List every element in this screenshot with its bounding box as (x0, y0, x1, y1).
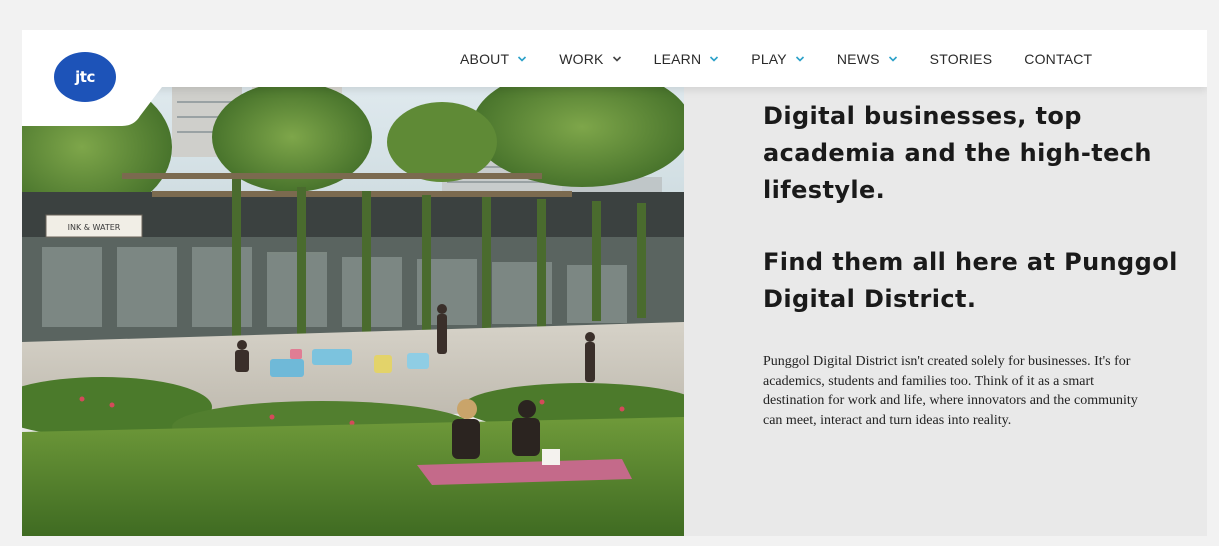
chevron-down-icon (709, 54, 719, 64)
logo-text: jtc (75, 68, 95, 86)
chevron-down-icon (612, 54, 622, 64)
shop-sign-text: INK & WATER (68, 223, 121, 232)
nav-item-play[interactable]: PLAY (751, 51, 805, 67)
nav-item-work[interactable]: WORK (559, 51, 621, 67)
nav-item-stories[interactable]: STORIES (930, 51, 993, 67)
chevron-down-icon (888, 54, 898, 64)
hero-image: INK & WATER (22, 87, 684, 536)
nav-item-label: NEWS (836, 50, 880, 67)
logo-tab[interactable]: jtc (22, 30, 162, 126)
hero-frame: INK & WATER ABOUT WORK LEARN PLAY NEWS S… (22, 30, 1207, 536)
nav-item-contact[interactable]: CONTACT (1024, 51, 1092, 67)
nav-item-label: WORK (559, 50, 604, 67)
chevron-down-icon (517, 54, 527, 64)
nav-item-learn[interactable]: LEARN (654, 51, 720, 67)
jtc-logo[interactable]: jtc (54, 52, 116, 102)
main-nav: ABOUT WORK LEARN PLAY NEWS STORIES CONTA… (460, 30, 1092, 87)
hero-headline-secondary: Find them all here at Punggol Digital Di… (763, 248, 1178, 313)
hero-text-panel: Digital businesses, top academia and the… (763, 98, 1183, 430)
nav-item-label: PLAY (751, 50, 787, 67)
nav-item-label: CONTACT (1024, 50, 1093, 67)
nav-item-label: STORIES (929, 50, 993, 67)
chevron-down-icon (795, 54, 805, 64)
nav-item-news[interactable]: NEWS (837, 51, 898, 67)
nav-item-label: ABOUT (460, 50, 510, 67)
hero-description: Punggol Digital District isn't created s… (763, 354, 1138, 428)
hero-headline-primary: Digital businesses, top academia and the… (763, 102, 1152, 204)
nav-item-about[interactable]: ABOUT (460, 51, 527, 67)
nav-item-label: LEARN (653, 50, 702, 67)
site-header: ABOUT WORK LEARN PLAY NEWS STORIES CONTA… (22, 30, 1207, 87)
